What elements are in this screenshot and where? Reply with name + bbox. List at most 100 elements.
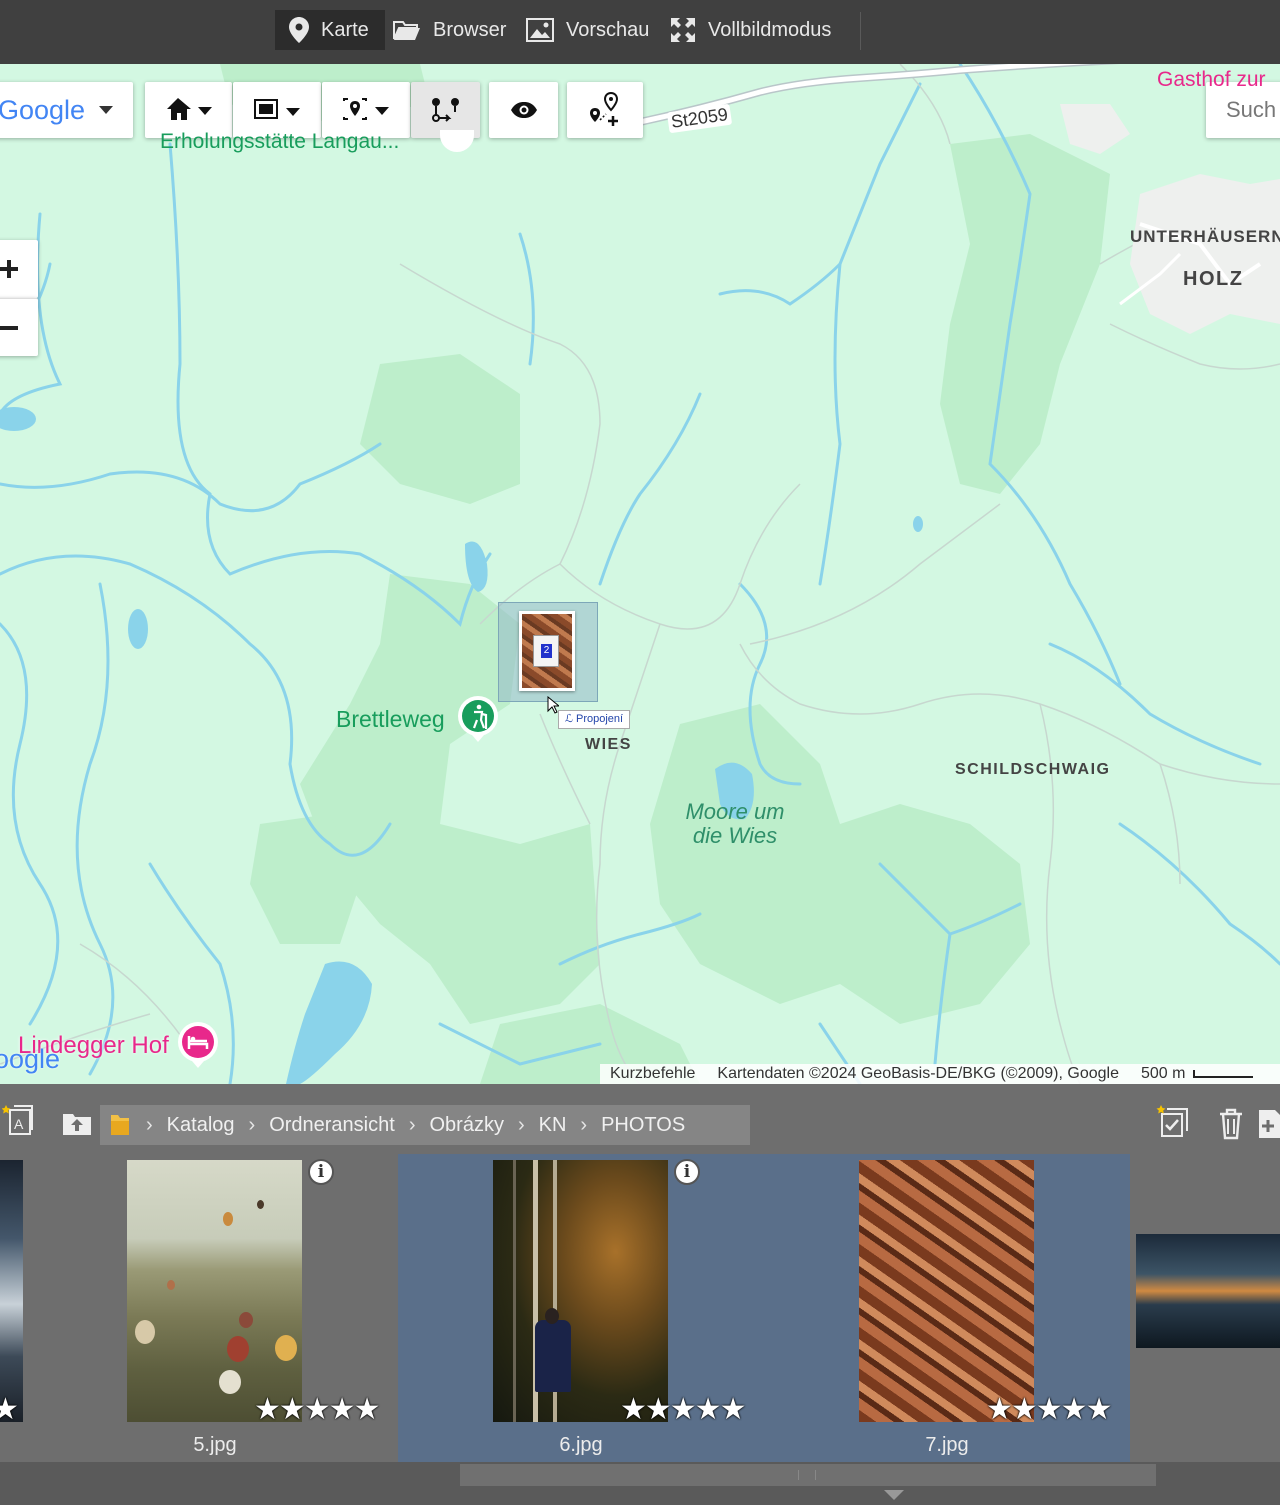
- chevron-down-icon: [99, 106, 114, 114]
- balloon-shape: [135, 1320, 155, 1344]
- tab-browser[interactable]: Browser: [393, 10, 506, 50]
- breadcrumb: › Katalog › Ordneransicht › Obrázky › KN…: [100, 1105, 750, 1145]
- tab-label: Karte: [321, 18, 369, 41]
- add-location-icon: [590, 92, 619, 126]
- fullscreen-icon: [671, 18, 695, 42]
- zoom-in-button[interactable]: [0, 240, 38, 298]
- thumbnail-image[interactable]: [0, 1160, 23, 1422]
- toolbar-divider: [860, 12, 861, 50]
- home-icon: [166, 98, 212, 120]
- rating-stars[interactable]: ★★★★★: [986, 1392, 1112, 1427]
- fit-bounds-icon: [254, 99, 300, 119]
- chevron-right-icon: ›: [248, 1113, 256, 1136]
- poi-label-gasthof[interactable]: Gasthof zur: [1157, 68, 1266, 92]
- map-view[interactable]: Google Such St2059 Gasthof zur Erholungs…: [0, 64, 1280, 1084]
- image-icon: [526, 18, 554, 42]
- breadcrumb-item[interactable]: Obrázky: [429, 1114, 503, 1137]
- add-file-icon[interactable]: [1258, 1108, 1280, 1140]
- thumbnail-filename: 5.jpg: [193, 1434, 237, 1456]
- chevron-right-icon: ›: [146, 1113, 153, 1136]
- place-label-wies: WIES: [585, 736, 632, 753]
- balloon-shape: [275, 1335, 297, 1361]
- balloon-shape: [167, 1280, 175, 1290]
- collapse-panel-icon[interactable]: [884, 1490, 904, 1500]
- track-route-icon: [431, 98, 459, 122]
- tooltip-text: Propojení: [575, 713, 624, 725]
- balloon-shape: [239, 1312, 253, 1328]
- place-label-holz: HOLZ: [1183, 268, 1244, 290]
- eye-icon: [510, 102, 537, 118]
- balloon-shape: [223, 1212, 233, 1226]
- folder-open-icon: [393, 21, 420, 40]
- rating-stars[interactable]: ★★★★★: [254, 1392, 380, 1427]
- location-select-icon: [343, 98, 389, 120]
- rating-stars[interactable]: ★★★★★: [620, 1392, 746, 1427]
- scale-bar: [1193, 1070, 1254, 1078]
- moore-line-1: Moore um: [685, 799, 785, 824]
- hotel-poi-marker[interactable]: [178, 1022, 218, 1068]
- parent-folder-icon[interactable]: [62, 1110, 92, 1136]
- scrollbar-thumb[interactable]: [460, 1464, 1156, 1486]
- hiking-icon: [458, 696, 498, 742]
- zoom-out-button[interactable]: [0, 298, 38, 356]
- balloon-shape: [227, 1336, 249, 1362]
- link-icon: ℒ: [565, 713, 576, 725]
- chevron-right-icon: ›: [580, 1113, 588, 1136]
- thumbnail-strip: ★ i ★★★★★ 5.jpg i ★★★★★ 6.jpg ★★★★★ 7.jp…: [0, 1154, 1280, 1464]
- bed-icon: [178, 1022, 218, 1068]
- add-location-button[interactable]: [567, 82, 643, 138]
- place-label-unterhausern: UNTERHÄUSERN: [1130, 227, 1280, 246]
- map-provider-dropdown[interactable]: Google: [0, 82, 133, 138]
- photo-marker-cluster[interactable]: 2: [498, 602, 598, 702]
- place-label-schildschwaig: SCHILDSCHWAIG: [955, 761, 1111, 778]
- info-icon[interactable]: i: [308, 1159, 334, 1185]
- breadcrumb-item[interactable]: Ordneransicht: [269, 1114, 395, 1137]
- balloon-shape: [219, 1370, 241, 1394]
- link-tooltip: ℒ Propojení: [558, 710, 631, 729]
- catalog-folder-icon[interactable]: [110, 1113, 130, 1137]
- thumbnail-filename: 6.jpg: [559, 1434, 603, 1456]
- chevron-right-icon: ›: [408, 1113, 416, 1136]
- thumbnail-cell-selected[interactable]: ★★★★★ 7.jpg: [764, 1154, 1130, 1462]
- tab-label: Vorschau: [566, 18, 650, 41]
- plus-icon: [0, 260, 18, 278]
- provider-label: Google: [0, 94, 86, 125]
- select-all-icon[interactable]: [1156, 1104, 1192, 1140]
- scale-label: 500 m: [1140, 1065, 1186, 1082]
- tree-trunk-shape: [513, 1160, 516, 1422]
- map-canvas: [0, 64, 1280, 1084]
- tab-karte[interactable]: Karte: [275, 10, 385, 50]
- thumbnail-cell[interactable]: i ★★★★★ 5.jpg: [32, 1154, 398, 1462]
- google-logo: oogle: [0, 1044, 61, 1074]
- thumbnail-cell-selected[interactable]: i ★★★★★ 6.jpg: [398, 1154, 764, 1462]
- marker-thumbnail-frame: 2: [519, 611, 575, 691]
- thumbnail-scrollbar[interactable]: [0, 1462, 1280, 1505]
- poi-label-brettleweg[interactable]: Brettleweg: [336, 706, 445, 733]
- thumbnail-image[interactable]: [1136, 1234, 1280, 1348]
- minus-icon: [0, 325, 18, 330]
- breadcrumb-item[interactable]: KN: [539, 1114, 567, 1137]
- keyboard-shortcuts-link[interactable]: Kurzbefehle: [610, 1065, 695, 1083]
- tab-vorschau[interactable]: Vorschau: [526, 10, 649, 50]
- breadcrumb-item[interactable]: Katalog: [167, 1114, 235, 1137]
- hiking-poi-marker[interactable]: [458, 696, 498, 742]
- info-icon[interactable]: i: [674, 1159, 700, 1185]
- rating-stars: ★: [0, 1393, 19, 1426]
- mode-toolbar: Karte Browser Vorschau Vollbildmodus: [0, 0, 1280, 64]
- map-attribution-text: Kartendaten ©2024 GeoBasis-DE/BKG (©2009…: [717, 1065, 1119, 1082]
- balloon-shape: [257, 1200, 264, 1209]
- visibility-button[interactable]: [489, 82, 558, 138]
- tab-vollbildmodus[interactable]: Vollbildmodus: [670, 10, 831, 50]
- cluster-count-badge: 2: [541, 644, 552, 658]
- person-head-shape: [545, 1308, 559, 1324]
- moore-line-2: die Wies: [692, 823, 778, 848]
- tab-label: Browser: [433, 18, 507, 41]
- poi-label-erholung[interactable]: Erholungsstätte Langau...: [160, 130, 399, 154]
- thumbnail-image: [493, 1160, 668, 1422]
- batch-rename-icon[interactable]: A: [2, 1104, 36, 1138]
- search-placeholder: Such: [1226, 97, 1277, 122]
- breadcrumb-item[interactable]: PHOTOS: [601, 1114, 685, 1137]
- trash-icon[interactable]: [1218, 1108, 1244, 1140]
- thumbnail-image: [859, 1160, 1034, 1422]
- person-shape: [535, 1320, 571, 1392]
